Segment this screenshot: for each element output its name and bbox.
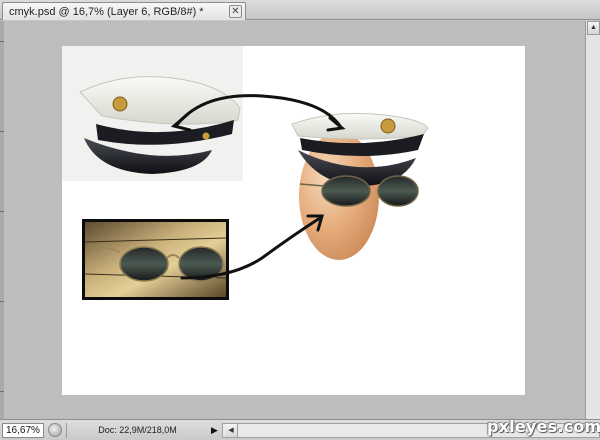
document-tab-bar: cmyk.psd @ 16,7% (Layer 6, RGB/8#) * ✕ [0, 0, 600, 20]
doc-size-info: Doc: 22,9M/218,0M [66, 423, 208, 438]
status-info-menu-button[interactable]: ▶ [209, 423, 220, 438]
close-icon[interactable]: ✕ [229, 5, 242, 18]
scroll-left-icon[interactable]: ◀ [225, 424, 238, 437]
vertical-scrollbar[interactable]: ▲ [585, 21, 600, 419]
document-canvas[interactable] [62, 46, 525, 395]
egg-character[interactable] [291, 112, 429, 260]
scroll-up-icon[interactable]: ▲ [587, 21, 600, 35]
sunglasses-photo[interactable] [82, 219, 229, 300]
document-tab-title: cmyk.psd @ 16,7% (Layer 6, RGB/8#) * [9, 5, 204, 18]
status-menu-icon[interactable] [48, 423, 62, 437]
cap-photo[interactable] [62, 46, 243, 181]
left-ruler [0, 21, 4, 419]
document-tab[interactable]: cmyk.psd @ 16,7% (Layer 6, RGB/8#) * ✕ [2, 2, 246, 20]
canvas-artwork [62, 46, 429, 300]
watermark: pxleyes.com [487, 417, 600, 436]
zoom-field[interactable]: 16,67% [2, 423, 44, 438]
